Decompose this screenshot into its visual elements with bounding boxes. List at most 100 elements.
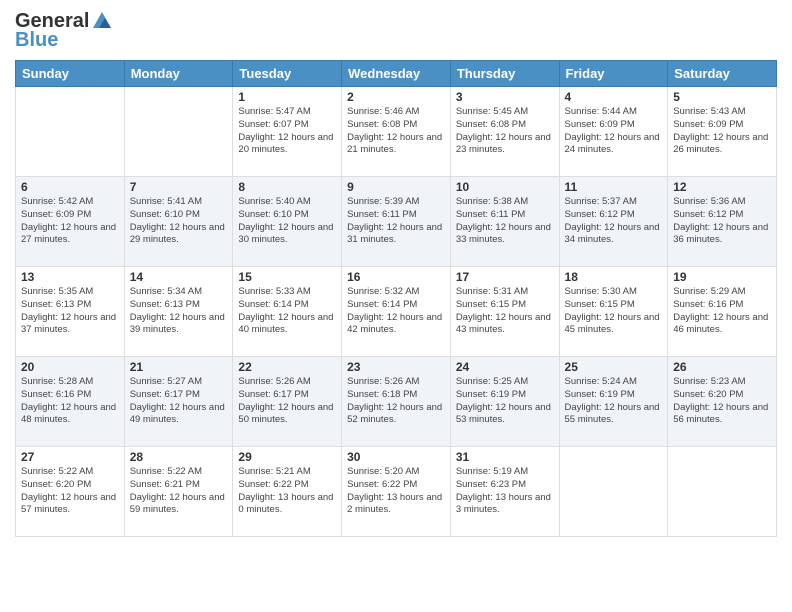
day-info: Sunset: 6:22 PM (238, 479, 336, 492)
day-info: Daylight: 12 hours and 27 minutes. (21, 222, 119, 248)
day-number: 23 (347, 360, 445, 374)
day-info: Sunrise: 5:25 AM (456, 376, 554, 389)
day-info: Daylight: 12 hours and 57 minutes. (21, 492, 119, 518)
day-info: Daylight: 12 hours and 40 minutes. (238, 312, 336, 338)
day-info: Sunset: 6:23 PM (456, 479, 554, 492)
calendar-cell: 11Sunrise: 5:37 AMSunset: 6:12 PMDayligh… (559, 177, 668, 267)
day-number: 16 (347, 270, 445, 284)
day-info: Sunrise: 5:39 AM (347, 196, 445, 209)
day-info: Sunset: 6:12 PM (565, 209, 663, 222)
day-info: Sunrise: 5:28 AM (21, 376, 119, 389)
day-info: Sunset: 6:14 PM (238, 299, 336, 312)
day-number: 3 (456, 90, 554, 104)
calendar-week-row: 13Sunrise: 5:35 AMSunset: 6:13 PMDayligh… (16, 267, 777, 357)
calendar-cell (668, 447, 777, 537)
calendar-cell: 16Sunrise: 5:32 AMSunset: 6:14 PMDayligh… (342, 267, 451, 357)
day-info: Daylight: 12 hours and 43 minutes. (456, 312, 554, 338)
day-number: 14 (130, 270, 228, 284)
calendar-cell: 27Sunrise: 5:22 AMSunset: 6:20 PMDayligh… (16, 447, 125, 537)
calendar-cell: 23Sunrise: 5:26 AMSunset: 6:18 PMDayligh… (342, 357, 451, 447)
day-info: Sunrise: 5:40 AM (238, 196, 336, 209)
day-info: Daylight: 12 hours and 23 minutes. (456, 132, 554, 158)
day-number: 6 (21, 180, 119, 194)
day-info: Daylight: 12 hours and 20 minutes. (238, 132, 336, 158)
calendar-week-row: 20Sunrise: 5:28 AMSunset: 6:16 PMDayligh… (16, 357, 777, 447)
calendar-cell: 14Sunrise: 5:34 AMSunset: 6:13 PMDayligh… (124, 267, 233, 357)
day-info: Sunrise: 5:21 AM (238, 466, 336, 479)
day-number: 21 (130, 360, 228, 374)
day-number: 28 (130, 450, 228, 464)
calendar-week-row: 6Sunrise: 5:42 AMSunset: 6:09 PMDaylight… (16, 177, 777, 267)
day-info: Sunset: 6:19 PM (456, 389, 554, 402)
calendar-header-row: Sunday Monday Tuesday Wednesday Thursday… (16, 61, 777, 87)
day-number: 2 (347, 90, 445, 104)
calendar-cell: 3Sunrise: 5:45 AMSunset: 6:08 PMDaylight… (450, 87, 559, 177)
day-number: 15 (238, 270, 336, 284)
day-info: Sunrise: 5:20 AM (347, 466, 445, 479)
calendar-cell: 9Sunrise: 5:39 AMSunset: 6:11 PMDaylight… (342, 177, 451, 267)
calendar-cell: 30Sunrise: 5:20 AMSunset: 6:22 PMDayligh… (342, 447, 451, 537)
day-number: 10 (456, 180, 554, 194)
day-info: Sunset: 6:16 PM (673, 299, 771, 312)
day-number: 12 (673, 180, 771, 194)
day-info: Daylight: 12 hours and 37 minutes. (21, 312, 119, 338)
calendar-cell: 7Sunrise: 5:41 AMSunset: 6:10 PMDaylight… (124, 177, 233, 267)
day-info: Daylight: 12 hours and 31 minutes. (347, 222, 445, 248)
day-info: Sunrise: 5:22 AM (130, 466, 228, 479)
day-info: Daylight: 12 hours and 36 minutes. (673, 222, 771, 248)
day-info: Daylight: 12 hours and 33 minutes. (456, 222, 554, 248)
day-info: Sunrise: 5:23 AM (673, 376, 771, 389)
col-saturday: Saturday (668, 61, 777, 87)
day-info: Sunrise: 5:42 AM (21, 196, 119, 209)
day-info: Sunrise: 5:41 AM (130, 196, 228, 209)
calendar-cell: 13Sunrise: 5:35 AMSunset: 6:13 PMDayligh… (16, 267, 125, 357)
logo-blue: Blue (15, 29, 58, 52)
day-info: Sunset: 6:08 PM (347, 119, 445, 132)
col-thursday: Thursday (450, 61, 559, 87)
day-info: Sunset: 6:13 PM (130, 299, 228, 312)
day-info: Daylight: 12 hours and 26 minutes. (673, 132, 771, 158)
day-number: 24 (456, 360, 554, 374)
day-info: Sunset: 6:12 PM (673, 209, 771, 222)
day-info: Daylight: 12 hours and 56 minutes. (673, 402, 771, 428)
day-info: Sunrise: 5:26 AM (238, 376, 336, 389)
day-number: 25 (565, 360, 663, 374)
day-number: 8 (238, 180, 336, 194)
day-number: 26 (673, 360, 771, 374)
day-info: Sunrise: 5:27 AM (130, 376, 228, 389)
col-friday: Friday (559, 61, 668, 87)
day-number: 17 (456, 270, 554, 284)
day-info: Daylight: 12 hours and 53 minutes. (456, 402, 554, 428)
calendar-cell: 19Sunrise: 5:29 AMSunset: 6:16 PMDayligh… (668, 267, 777, 357)
header: General Blue (15, 10, 777, 52)
day-info: Daylight: 12 hours and 39 minutes. (130, 312, 228, 338)
day-number: 20 (21, 360, 119, 374)
day-info: Sunset: 6:09 PM (565, 119, 663, 132)
day-info: Sunset: 6:18 PM (347, 389, 445, 402)
day-info: Sunset: 6:22 PM (347, 479, 445, 492)
day-info: Sunrise: 5:31 AM (456, 286, 554, 299)
day-info: Sunrise: 5:45 AM (456, 106, 554, 119)
calendar-cell: 21Sunrise: 5:27 AMSunset: 6:17 PMDayligh… (124, 357, 233, 447)
day-info: Sunset: 6:09 PM (21, 209, 119, 222)
day-info: Daylight: 12 hours and 30 minutes. (238, 222, 336, 248)
calendar-cell (124, 87, 233, 177)
day-info: Daylight: 12 hours and 34 minutes. (565, 222, 663, 248)
calendar-cell: 12Sunrise: 5:36 AMSunset: 6:12 PMDayligh… (668, 177, 777, 267)
calendar-cell (559, 447, 668, 537)
logo: General Blue (15, 10, 113, 52)
day-info: Sunrise: 5:38 AM (456, 196, 554, 209)
calendar-cell: 26Sunrise: 5:23 AMSunset: 6:20 PMDayligh… (668, 357, 777, 447)
day-info: Daylight: 13 hours and 0 minutes. (238, 492, 336, 518)
day-info: Daylight: 13 hours and 3 minutes. (456, 492, 554, 518)
calendar-cell: 1Sunrise: 5:47 AMSunset: 6:07 PMDaylight… (233, 87, 342, 177)
day-info: Sunset: 6:15 PM (456, 299, 554, 312)
calendar-cell: 20Sunrise: 5:28 AMSunset: 6:16 PMDayligh… (16, 357, 125, 447)
calendar-cell: 6 Sunrise: 5:42 AMSunset: 6:09 PMDaylight… (16, 177, 125, 267)
day-info: Daylight: 12 hours and 55 minutes. (565, 402, 663, 428)
day-info: Daylight: 12 hours and 50 minutes. (238, 402, 336, 428)
day-info: Daylight: 12 hours and 59 minutes. (130, 492, 228, 518)
day-info: Sunset: 6:11 PM (347, 209, 445, 222)
calendar-cell: 25Sunrise: 5:24 AMSunset: 6:19 PMDayligh… (559, 357, 668, 447)
calendar-cell: 29Sunrise: 5:21 AMSunset: 6:22 PMDayligh… (233, 447, 342, 537)
